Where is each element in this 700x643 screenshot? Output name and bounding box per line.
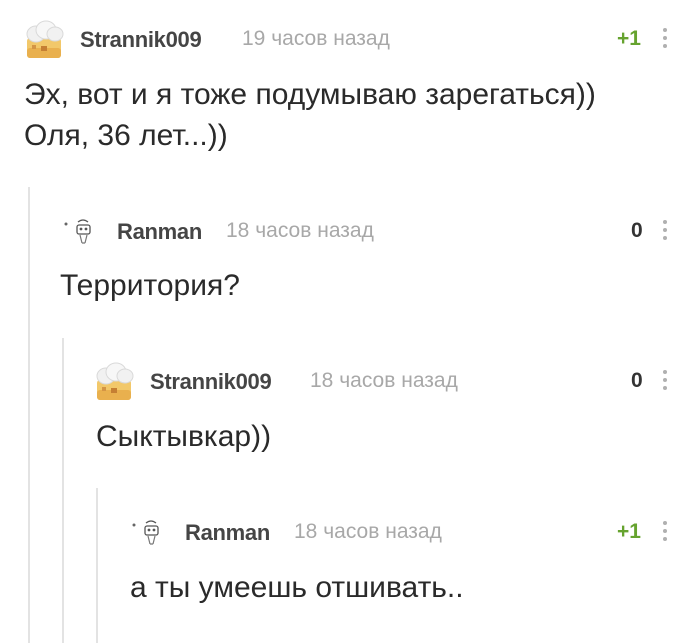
comment-header: Strannik009 18 часов назад 0 <box>0 362 700 402</box>
comment-text: а ты умеешь отшивать.. <box>130 567 464 608</box>
doodle-avatar[interactable] <box>128 513 168 553</box>
more-options-icon[interactable] <box>661 28 669 54</box>
timestamp: 18 часов назад <box>226 219 374 242</box>
comment-header: Strannik009 19 часов назад +1 <box>0 20 700 60</box>
comment-text-line: Эх, вот и я тоже подумываю зарегаться)) <box>24 78 596 111</box>
rating: +1 <box>617 520 641 543</box>
comment: Ranman 18 часов назад 0 Территория? <box>0 212 700 322</box>
comment-text-line: а ты умеешь отшивать.. <box>130 571 464 604</box>
comment: Strannik009 18 часов назад 0 Сыктывкар)) <box>0 362 700 472</box>
username[interactable]: Ranman <box>117 219 202 245</box>
rating: +1 <box>617 27 641 50</box>
rating: 0 <box>631 369 643 392</box>
rating: 0 <box>631 219 643 242</box>
comment: Ranman 18 часов назад +1 а ты умеешь отш… <box>0 513 700 623</box>
comment-text: Эх, вот и я тоже подумываю зарегаться)) … <box>24 74 596 156</box>
comment-text-line: Территория? <box>60 269 240 302</box>
username[interactable]: Ranman <box>185 520 270 546</box>
hat-house-avatar[interactable] <box>24 20 64 60</box>
comment: Strannik009 19 часов назад +1 Эх, вот и … <box>0 20 700 180</box>
doodle-avatar[interactable] <box>60 212 100 252</box>
comment-header: Ranman 18 часов назад +1 <box>0 513 700 553</box>
comment-text-line: Оля, 36 лет...)) <box>24 119 228 152</box>
username[interactable]: Strannik009 <box>150 369 272 395</box>
comment-text-line: Сыктывкар)) <box>96 420 272 453</box>
more-options-icon[interactable] <box>661 370 669 396</box>
timestamp: 18 часов назад <box>310 369 458 392</box>
more-options-icon[interactable] <box>661 521 669 547</box>
timestamp: 19 часов назад <box>242 27 390 50</box>
more-options-icon[interactable] <box>661 220 669 246</box>
hat-house-avatar[interactable] <box>94 362 134 402</box>
comment-header: Ranman 18 часов назад 0 <box>0 212 700 252</box>
timestamp: 18 часов назад <box>294 520 442 543</box>
username[interactable]: Strannik009 <box>80 27 202 53</box>
comment-text: Сыктывкар)) <box>96 416 271 457</box>
comment-text: Территория? <box>60 265 240 306</box>
